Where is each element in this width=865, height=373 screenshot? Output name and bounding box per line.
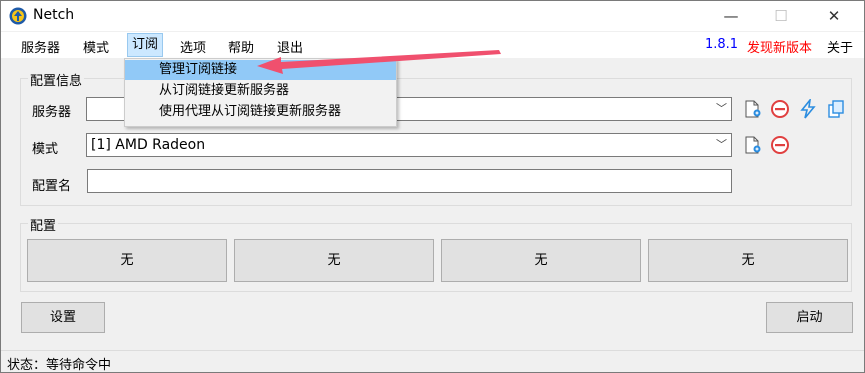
speed-test-icon[interactable] — [798, 99, 818, 119]
maximize-button[interactable]: ☐ — [758, 1, 804, 31]
settings-button[interactable]: 设置 — [21, 302, 105, 333]
annotation-arrow-icon — [257, 50, 501, 74]
netch-app-icon — [9, 7, 27, 25]
chevron-down-icon: ﹀ — [716, 102, 727, 115]
add-mode-icon[interactable] — [742, 135, 762, 155]
status-bar: 状态：等待命令中 — [1, 350, 864, 373]
profile-name-label: 配置名 — [32, 179, 72, 194]
delete-mode-icon[interactable] — [770, 135, 790, 155]
profile-button-4[interactable]: 无 — [648, 239, 848, 282]
profile-button-2[interactable]: 无 — [234, 239, 434, 282]
version-label: 1.8.1 — [705, 37, 739, 52]
mode-combobox[interactable]: [1] AMD Radeon ﹀ — [86, 133, 732, 157]
title-bar: Netch — ☐ ✕ — [1, 1, 864, 31]
mode-label: 模式 — [32, 142, 59, 157]
server-label: 服务器 — [32, 105, 72, 120]
menu-subscription[interactable]: 订阅 — [127, 33, 164, 57]
profile-name-input[interactable] — [87, 169, 732, 193]
close-icon: ✕ — [827, 7, 841, 25]
chevron-down-icon: ﹀ — [716, 138, 727, 151]
app-window: Netch — ☐ ✕ 服务器 模式 订阅 选项 帮助 退出 1.8.1 发现新… — [0, 0, 865, 373]
close-button[interactable]: ✕ — [811, 1, 857, 31]
add-server-icon[interactable] — [742, 99, 762, 119]
minimize-icon: — — [723, 7, 739, 25]
mode-value: [1] AMD Radeon — [91, 137, 206, 153]
new-version-link[interactable]: 发现新版本 — [747, 37, 812, 56]
minimize-button[interactable]: — — [708, 1, 754, 31]
copy-server-icon[interactable] — [826, 99, 846, 119]
status-text: 状态：等待命令中 — [7, 358, 112, 373]
menu-server[interactable]: 服务器 — [21, 37, 60, 56]
menu-about[interactable]: 关于 — [827, 37, 853, 56]
menu-item-update-servers-via-proxy[interactable]: 使用代理从订阅链接更新服务器 — [125, 102, 396, 122]
profile-button-3[interactable]: 无 — [441, 239, 641, 282]
start-button[interactable]: 启动 — [766, 302, 853, 333]
menu-options[interactable]: 选项 — [180, 37, 206, 56]
profile-button-1[interactable]: 无 — [27, 239, 227, 282]
config-info-group-label: 配置信息 — [28, 70, 85, 89]
menu-item-update-servers[interactable]: 从订阅链接更新服务器 — [125, 81, 396, 101]
window-title: Netch — [33, 7, 75, 23]
delete-server-icon[interactable] — [770, 99, 790, 119]
menu-mode[interactable]: 模式 — [83, 37, 109, 56]
maximize-icon: ☐ — [774, 7, 788, 25]
profiles-group-label: 配置 — [28, 215, 59, 234]
